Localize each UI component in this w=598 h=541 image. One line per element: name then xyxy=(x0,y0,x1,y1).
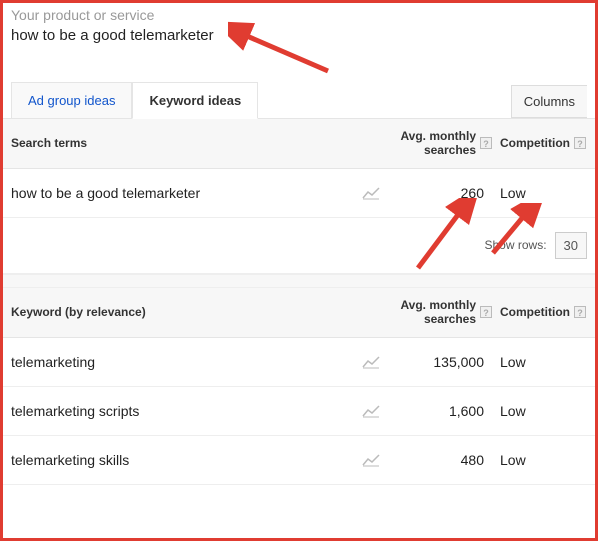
trend-chart-icon[interactable] xyxy=(362,453,392,467)
search-terms-table: Search terms Avg. monthly searches ? Com… xyxy=(3,119,595,218)
cell-competition: Low xyxy=(492,452,587,468)
show-rows-control: Show rows: 30 xyxy=(3,218,595,274)
keyword-relevance-table: Keyword (by relevance) Avg. monthly sear… xyxy=(3,288,595,485)
trend-chart-icon[interactable] xyxy=(362,404,392,418)
table-row[interactable]: telemarketing skills 480 Low xyxy=(3,436,595,485)
cell-term: telemarketing scripts xyxy=(11,403,362,419)
cell-competition: Low xyxy=(492,403,587,419)
search-input-section: Your product or service how to be a good… xyxy=(3,3,595,64)
help-icon[interactable]: ? xyxy=(574,137,586,149)
col-avg-monthly-searches[interactable]: Avg. monthly searches ? xyxy=(362,129,492,158)
help-icon[interactable]: ? xyxy=(480,137,492,149)
col-keyword-relevance[interactable]: Keyword (by relevance) xyxy=(11,305,362,319)
cell-searches: 480 xyxy=(392,452,492,468)
cell-searches: 135,000 xyxy=(392,354,492,370)
tabs-row: Ad group ideas Keyword ideas Columns xyxy=(3,64,595,119)
annotation-frame: Your product or service how to be a good… xyxy=(0,0,598,541)
trend-chart-icon[interactable] xyxy=(362,355,392,369)
col-competition[interactable]: Competition ? xyxy=(492,136,587,150)
tab-keyword-ideas[interactable]: Keyword ideas xyxy=(132,82,258,119)
col-search-terms[interactable]: Search terms xyxy=(11,136,362,150)
table-row[interactable]: telemarketing 135,000 Low xyxy=(3,338,595,387)
cell-competition: Low xyxy=(492,354,587,370)
search-input[interactable]: how to be a good telemarketer xyxy=(11,25,587,56)
show-rows-label: Show rows: xyxy=(485,238,547,252)
help-icon[interactable]: ? xyxy=(574,306,586,318)
cell-term: telemarketing xyxy=(11,354,362,370)
table-row[interactable]: telemarketing scripts 1,600 Low xyxy=(3,387,595,436)
columns-button[interactable]: Columns xyxy=(511,85,587,118)
table-row[interactable]: how to be a good telemarketer 260 Low xyxy=(3,169,595,218)
cell-searches: 1,600 xyxy=(392,403,492,419)
trend-chart-icon[interactable] xyxy=(362,186,392,200)
cell-term: how to be a good telemarketer xyxy=(11,185,362,201)
table-header: Keyword (by relevance) Avg. monthly sear… xyxy=(3,288,595,338)
cell-searches: 260 xyxy=(392,185,492,201)
col-competition[interactable]: Competition ? xyxy=(492,305,587,319)
help-icon[interactable]: ? xyxy=(480,306,492,318)
input-label: Your product or service xyxy=(11,7,587,23)
table-body: how to be a good telemarketer 260 Low xyxy=(3,169,595,218)
tab-ad-group-ideas[interactable]: Ad group ideas xyxy=(11,82,132,118)
table-body: telemarketing 135,000 Low telemarketing … xyxy=(3,338,595,485)
cell-competition: Low xyxy=(492,185,587,201)
cell-term: telemarketing skills xyxy=(11,452,362,468)
section-gap xyxy=(3,274,595,288)
show-rows-select[interactable]: 30 xyxy=(555,232,587,259)
table-header: Search terms Avg. monthly searches ? Com… xyxy=(3,119,595,169)
col-avg-monthly-searches[interactable]: Avg. monthly searches ? xyxy=(362,298,492,327)
